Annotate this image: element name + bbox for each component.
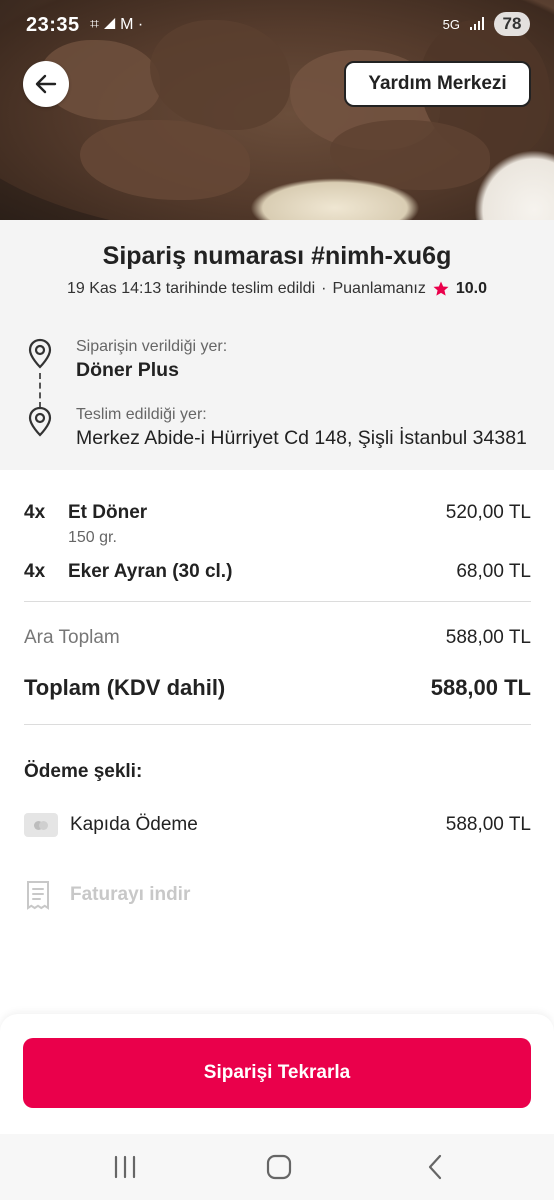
list-item: 4x Eker Ayran (30 cl.) 68,00 TL <box>24 561 531 587</box>
route-dashed-line <box>39 373 41 408</box>
dropoff-label: Teslim edildiği yer: <box>76 406 207 423</box>
receipt-icon <box>27 881 49 910</box>
nav-home-icon <box>266 1154 292 1180</box>
order-subtitle: 19 Kas 14:13 tarihinde teslim edildi · P… <box>0 280 554 298</box>
rating-label: Puanlamanız <box>332 280 426 297</box>
item-price: 520,00 TL <box>445 502 531 523</box>
card-icon <box>24 813 58 837</box>
order-title: Sipariş numarası #nimh-xu6g <box>102 242 452 270</box>
item-name: Eker Ayran (30 cl.) <box>68 561 233 582</box>
status-bar: 23:35 ⌗ ◢ M · 5G 78 <box>0 10 554 42</box>
system-nav-bar <box>0 1134 554 1200</box>
network-label: 5G <box>442 16 460 32</box>
star-icon <box>432 280 450 298</box>
back-button[interactable] <box>23 61 69 107</box>
battery-badge: 78 <box>494 12 530 36</box>
download-invoice-label: Faturayı indir <box>70 884 191 905</box>
separator: · <box>321 280 327 297</box>
map-pin-icon <box>28 406 52 437</box>
order-info-section: Sipariş numarası #nimh-xu6g 19 Kas 14:13… <box>0 220 554 470</box>
total-label: Toplam (KDV dahil) <box>24 675 226 700</box>
item-name: Et Döner <box>68 502 148 523</box>
nav-home-button[interactable] <box>264 1152 294 1182</box>
download-invoice-button[interactable]: Faturayı indir <box>24 880 190 910</box>
payment-title: Ödeme şekli: <box>24 761 143 782</box>
subtotal-value: 588,00 TL <box>445 627 531 648</box>
arrow-left-icon <box>35 74 57 94</box>
payment-method: Kapıda Ödeme <box>70 814 198 835</box>
payment-amount: 588,00 TL <box>445 814 531 835</box>
rating-value: 10.0 <box>455 280 487 297</box>
nav-recents-icon <box>114 1155 136 1179</box>
pickup-value: Döner Plus <box>76 359 179 381</box>
subtotal-label: Ara Toplam <box>24 627 120 648</box>
item-price: 68,00 TL <box>456 561 531 582</box>
item-qty: 4x <box>24 561 46 582</box>
map-pin-icon <box>28 338 52 369</box>
status-notification-icons: ⌗ ◢ M · <box>90 16 144 33</box>
nav-back-button[interactable] <box>420 1152 450 1182</box>
delivered-text: 19 Kas 14:13 tarihinde teslim edildi <box>66 280 316 297</box>
divider <box>24 724 531 725</box>
item-qty: 4x <box>24 502 46 523</box>
divider <box>24 601 531 602</box>
nav-back-icon <box>428 1154 442 1180</box>
list-item: 4x Et Döner 520,00 TL <box>24 502 531 528</box>
pickup-label: Siparişin verildiği yer: <box>76 338 228 355</box>
payment-method-row: Kapıda Ödeme 588,00 TL <box>24 812 531 840</box>
status-time: 23:35 <box>26 14 80 36</box>
signal-icon <box>470 17 484 30</box>
total-value: 588,00 TL <box>430 675 531 700</box>
nav-recents-button[interactable] <box>110 1152 140 1182</box>
help-center-button[interactable]: Yardım Merkezi <box>344 61 531 107</box>
dropoff-value: Merkez Abide-i Hürriyet Cd 148, Şişli İs… <box>76 427 527 449</box>
item-note: 150 gr. <box>68 529 117 546</box>
reorder-button[interactable]: Siparişi Tekrarla <box>23 1038 531 1108</box>
